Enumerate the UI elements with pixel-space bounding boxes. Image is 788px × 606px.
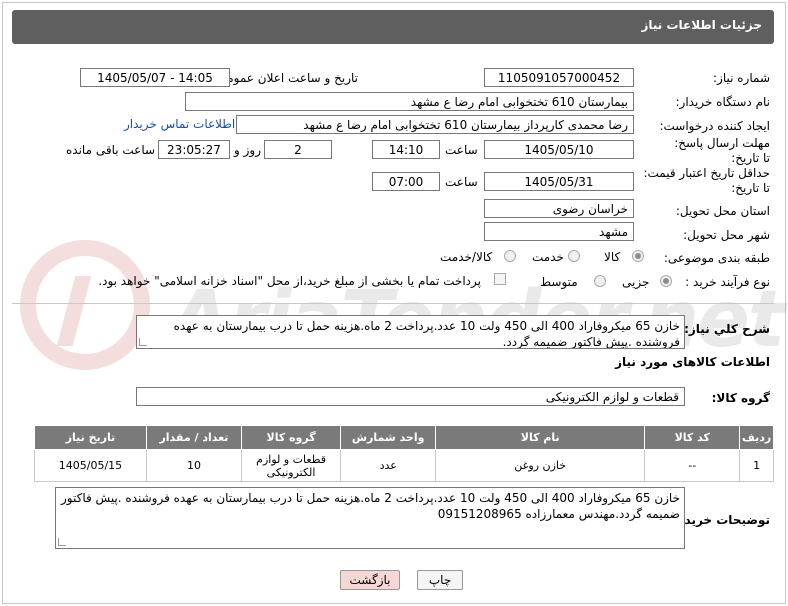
goods-section-title: اطلاعات کالاهای مورد نیاز: [615, 355, 770, 369]
remaining-label: ساعت باقی مانده: [66, 143, 156, 157]
items-table: ردیف کد کالا نام کالا واحد شمارش گروه کا…: [34, 425, 774, 482]
payment-note: پرداخت تمام یا بخشی از مبلغ خرید،از محل …: [98, 274, 481, 288]
divider: [12, 303, 774, 304]
category-both-label: کالا/خدمت: [440, 250, 493, 264]
cell-item-code: --: [644, 449, 741, 482]
reply-time-field[interactable]: 14:10: [372, 140, 440, 159]
category-goods-radio[interactable]: [632, 250, 644, 262]
th-quantity: تعداد / مقدار: [145, 425, 242, 450]
buyer-notes-textarea[interactable]: خازن 65 میکروفاراد 400 الی 450 ولت 10 عد…: [55, 487, 685, 549]
back-button[interactable]: بازگشت: [340, 570, 400, 590]
category-goods-label: کالا: [604, 250, 621, 264]
goods-group-field[interactable]: قطعات و لوازم الکترونیکی: [136, 387, 685, 406]
page-title: جزئیات اطلاعات نیاز: [12, 10, 774, 44]
category-label: طبقه بندی موضوعی:: [663, 251, 770, 265]
reply-time-label: ساعت: [445, 143, 478, 157]
description-text: خازن 65 میکروفاراد 400 الی 450 ولت 10 عد…: [173, 319, 680, 349]
description-label: شرح کلي نياز:: [684, 322, 770, 336]
goods-group-label: گروه کالا:: [711, 391, 770, 405]
process-medium-label: متوسط: [540, 275, 578, 289]
validity-time-label: ساعت: [445, 175, 478, 189]
table-row[interactable]: 1 -- خازن روغن عدد قطعات و لوازم الکترون…: [34, 449, 774, 482]
category-both-radio[interactable]: [504, 250, 516, 262]
contact-buyer-link[interactable]: اطلاعات تماس خریدار: [124, 117, 235, 131]
cell-quantity: 10: [145, 449, 242, 482]
process-minor-label: جزیی: [622, 275, 650, 289]
process-minor-radio[interactable]: [660, 275, 672, 287]
creator-field[interactable]: رضا محمدی کارپرداز بیمارستان 610 تختخواب…: [236, 115, 634, 134]
creator-label: ایجاد کننده درخواست:: [659, 119, 770, 133]
process-medium-radio[interactable]: [594, 275, 606, 287]
province-label: استان محل تحویل:: [675, 204, 770, 218]
th-item-group: گروه کالا: [240, 425, 342, 450]
buyer-notes-text: خازن 65 میکروفاراد 400 الی 450 ولت 10 عد…: [60, 491, 680, 521]
cell-unit: عدد: [340, 449, 437, 482]
reply-deadline-label: مهلت ارسال پاسخ: تا تاریخ:: [674, 136, 770, 165]
city-field[interactable]: مشهد: [484, 222, 634, 241]
days-label: روز و: [234, 143, 261, 157]
need-number-label: شماره نیاز:: [713, 71, 770, 85]
resize-handle-icon[interactable]: [139, 338, 147, 346]
validity-label: حداقل تاریخ اعتبار قیمت: تا تاریخ:: [643, 166, 770, 195]
cell-row-number: 1: [739, 449, 774, 482]
cell-item-group: قطعات و لوازم الکترونیکی: [240, 449, 342, 482]
buyer-org-field[interactable]: بیمارستان 610 تختخوابی امام رضا ع مشهد: [185, 92, 634, 111]
process-label: نوع فرآیند خرید :: [685, 275, 770, 289]
validity-time-field[interactable]: 07:00: [372, 172, 440, 191]
th-need-date: تاریخ نیاز: [34, 425, 147, 450]
validity-date-field[interactable]: 1405/05/31: [484, 172, 634, 191]
description-textarea[interactable]: خازن 65 میکروفاراد 400 الی 450 ولت 10 عد…: [136, 315, 685, 349]
payment-checkbox[interactable]: [494, 273, 506, 285]
resize-handle-icon[interactable]: [58, 538, 66, 546]
th-unit: واحد شمارش: [340, 425, 437, 450]
category-service-label: خدمت: [532, 250, 564, 264]
th-row-number: ردیف: [739, 425, 774, 450]
th-item-name: نام کالا: [435, 425, 646, 450]
cell-item-name: خازن روغن: [435, 449, 646, 482]
need-number-field[interactable]: 1105091057000452: [484, 68, 634, 87]
cell-need-date: 1405/05/15: [34, 449, 147, 482]
days-field[interactable]: 2: [264, 140, 332, 159]
category-service-radio[interactable]: [568, 250, 580, 262]
th-item-code: کد کالا: [644, 425, 741, 450]
print-button[interactable]: چاپ: [417, 570, 463, 590]
buyer-org-label: نام دستگاه خریدار:: [675, 95, 771, 109]
table-header-row: ردیف کد کالا نام کالا واحد شمارش گروه کا…: [34, 425, 774, 450]
remaining-field[interactable]: 23:05:27: [158, 140, 230, 159]
announce-label: تاریخ و ساعت اعلان عمومی:: [213, 71, 358, 85]
province-field[interactable]: خراسان رضوی: [484, 199, 634, 218]
reply-date-field[interactable]: 1405/05/10: [484, 140, 634, 159]
city-label: شهر محل تحویل:: [683, 228, 770, 242]
announce-field[interactable]: 1405/05/07 - 14:05: [80, 68, 230, 87]
